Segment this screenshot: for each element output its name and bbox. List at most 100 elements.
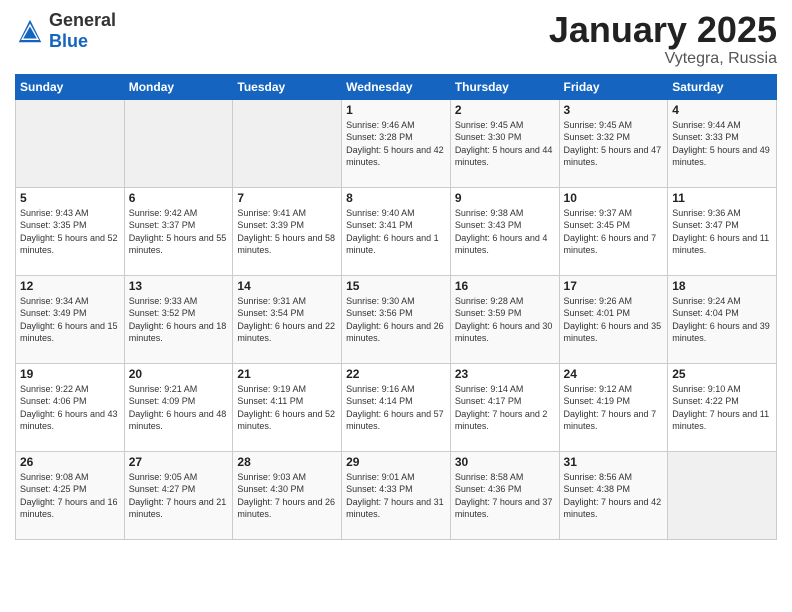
- calendar-week-row: 5 Sunrise: 9:43 AM Sunset: 3:35 PM Daylig…: [16, 187, 777, 275]
- cell-content: Sunrise: 9:30 AM Sunset: 3:56 PM Dayligh…: [346, 295, 446, 345]
- logo: General Blue: [15, 10, 116, 52]
- calendar-cell: 9 Sunrise: 9:38 AM Sunset: 3:43 PM Daylig…: [450, 187, 559, 275]
- logo-blue: Blue: [49, 31, 88, 51]
- calendar-cell: 20Sunrise: 9:21 AM Sunset: 4:09 PM Dayli…: [124, 363, 233, 451]
- calendar-cell: 25 Sunrise: 9:10 AM Sunset: 4:22 PM Dayli…: [668, 363, 777, 451]
- cell-content: Sunrise: 9:45 AM Sunset: 3:32 PM Dayligh…: [564, 119, 664, 169]
- day-number: 17: [564, 279, 664, 293]
- calendar-cell: 11Sunrise: 9:36 AM Sunset: 3:47 PM Dayli…: [668, 187, 777, 275]
- calendar-cell: 17 Sunrise: 9:26 AM Sunset: 4:01 PM Dayli…: [559, 275, 668, 363]
- day-number: 4: [672, 103, 772, 117]
- calendar-cell: 26 Sunrise: 9:08 AM Sunset: 4:25 PM Dayli…: [16, 451, 125, 539]
- cell-content: Sunrise: 9:33 AM Sunset: 3:52 PM Dayligh…: [129, 295, 229, 345]
- calendar-cell: 6 Sunrise: 9:42 AM Sunset: 3:37 PM Daylig…: [124, 187, 233, 275]
- cell-content: Sunrise: 9:34 AM Sunset: 3:49 PM Dayligh…: [20, 295, 120, 345]
- day-number: 15: [346, 279, 446, 293]
- day-number: 9: [455, 191, 555, 205]
- day-of-week-header: Thursday: [450, 74, 559, 99]
- calendar-cell: 13 Sunrise: 9:33 AM Sunset: 3:52 PM Dayli…: [124, 275, 233, 363]
- calendar-cell: 12 Sunrise: 9:34 AM Sunset: 3:49 PM Dayli…: [16, 275, 125, 363]
- calendar-cell: 14 Sunrise: 9:31 AM Sunset: 3:54 PM Dayli…: [233, 275, 342, 363]
- day-number: 31: [564, 455, 664, 469]
- cell-content: Sunrise: 9:26 AM Sunset: 4:01 PM Dayligh…: [564, 295, 664, 345]
- day-number: 26: [20, 455, 120, 469]
- cell-content: Sunrise: 9:10 AM Sunset: 4:22 PM Dayligh…: [672, 383, 772, 433]
- calendar-cell: 7Sunrise: 9:41 AM Sunset: 3:39 PM Daylig…: [233, 187, 342, 275]
- cell-content: Sunrise: 9:01 AM Sunset: 4:33 PM Dayligh…: [346, 471, 446, 521]
- calendar-cell: 22 Sunrise: 9:16 AM Sunset: 4:14 PM Dayli…: [342, 363, 451, 451]
- calendar-cell: 31 Sunrise: 8:56 AM Sunset: 4:38 PM Dayli…: [559, 451, 668, 539]
- day-number: 10: [564, 191, 664, 205]
- cell-content: Sunrise: 9:19 AM Sunset: 4:11 PM Dayligh…: [237, 383, 337, 433]
- cell-content: Sunrise: 9:43 AM Sunset: 3:35 PM Dayligh…: [20, 207, 120, 257]
- calendar-cell: 16Sunrise: 9:28 AM Sunset: 3:59 PM Dayli…: [450, 275, 559, 363]
- day-number: 22: [346, 367, 446, 381]
- day-number: 30: [455, 455, 555, 469]
- calendar-cell: 21 Sunrise: 9:19 AM Sunset: 4:11 PM Dayli…: [233, 363, 342, 451]
- calendar-cell: 18 Sunrise: 9:24 AM Sunset: 4:04 PM Dayli…: [668, 275, 777, 363]
- cell-content: Sunrise: 9:42 AM Sunset: 3:37 PM Dayligh…: [129, 207, 229, 257]
- calendar-header-row: SundayMondayTuesdayWednesdayThursdayFrid…: [16, 74, 777, 99]
- day-number: 3: [564, 103, 664, 117]
- calendar-table: SundayMondayTuesdayWednesdayThursdayFrid…: [15, 74, 777, 540]
- day-number: 5: [20, 191, 120, 205]
- calendar-cell: [16, 99, 125, 187]
- day-of-week-header: Saturday: [668, 74, 777, 99]
- calendar-cell: [233, 99, 342, 187]
- calendar-cell: 24 Sunrise: 9:12 AM Sunset: 4:19 PM Dayli…: [559, 363, 668, 451]
- day-number: 6: [129, 191, 229, 205]
- calendar-cell: 23 Sunrise: 9:14 AM Sunset: 4:17 PM Dayli…: [450, 363, 559, 451]
- day-number: 19: [20, 367, 120, 381]
- cell-content: Sunrise: 9:44 AM Sunset: 3:33 PM Dayligh…: [672, 119, 772, 169]
- day-of-week-header: Monday: [124, 74, 233, 99]
- cell-content: Sunrise: 9:36 AM Sunset: 3:47 PM Dayligh…: [672, 207, 772, 257]
- month-title: January 2025: [549, 10, 777, 50]
- calendar-cell: 15 Sunrise: 9:30 AM Sunset: 3:56 PM Dayli…: [342, 275, 451, 363]
- day-number: 27: [129, 455, 229, 469]
- cell-content: Sunrise: 9:31 AM Sunset: 3:54 PM Dayligh…: [237, 295, 337, 345]
- day-number: 14: [237, 279, 337, 293]
- day-number: 7: [237, 191, 337, 205]
- cell-content: Sunrise: 9:12 AM Sunset: 4:19 PM Dayligh…: [564, 383, 664, 433]
- cell-content: Sunrise: 9:14 AM Sunset: 4:17 PM Dayligh…: [455, 383, 555, 433]
- day-number: 25: [672, 367, 772, 381]
- calendar-cell: 1Sunrise: 9:46 AM Sunset: 3:28 PM Daylig…: [342, 99, 451, 187]
- cell-content: Sunrise: 9:22 AM Sunset: 4:06 PM Dayligh…: [20, 383, 120, 433]
- cell-content: Sunrise: 9:08 AM Sunset: 4:25 PM Dayligh…: [20, 471, 120, 521]
- day-of-week-header: Tuesday: [233, 74, 342, 99]
- day-number: 28: [237, 455, 337, 469]
- day-number: 21: [237, 367, 337, 381]
- day-number: 2: [455, 103, 555, 117]
- calendar-cell: 10 Sunrise: 9:37 AM Sunset: 3:45 PM Dayli…: [559, 187, 668, 275]
- day-number: 12: [20, 279, 120, 293]
- cell-content: Sunrise: 9:05 AM Sunset: 4:27 PM Dayligh…: [129, 471, 229, 521]
- day-of-week-header: Wednesday: [342, 74, 451, 99]
- cell-content: Sunrise: 9:38 AM Sunset: 3:43 PM Dayligh…: [455, 207, 555, 257]
- calendar-cell: 28 Sunrise: 9:03 AM Sunset: 4:30 PM Dayli…: [233, 451, 342, 539]
- calendar-week-row: 26 Sunrise: 9:08 AM Sunset: 4:25 PM Dayli…: [16, 451, 777, 539]
- cell-content: Sunrise: 9:40 AM Sunset: 3:41 PM Dayligh…: [346, 207, 446, 257]
- day-number: 24: [564, 367, 664, 381]
- cell-content: Sunrise: 9:37 AM Sunset: 3:45 PM Dayligh…: [564, 207, 664, 257]
- cell-content: Sunrise: 9:46 AM Sunset: 3:28 PM Dayligh…: [346, 119, 446, 169]
- calendar-cell: 5 Sunrise: 9:43 AM Sunset: 3:35 PM Daylig…: [16, 187, 125, 275]
- cell-content: Sunrise: 8:56 AM Sunset: 4:38 PM Dayligh…: [564, 471, 664, 521]
- location-subtitle: Vytegra, Russia: [549, 50, 777, 68]
- calendar-week-row: 12 Sunrise: 9:34 AM Sunset: 3:49 PM Dayli…: [16, 275, 777, 363]
- day-number: 18: [672, 279, 772, 293]
- calendar-cell: 2 Sunrise: 9:45 AM Sunset: 3:30 PM Daylig…: [450, 99, 559, 187]
- cell-content: Sunrise: 9:03 AM Sunset: 4:30 PM Dayligh…: [237, 471, 337, 521]
- cell-content: Sunrise: 8:58 AM Sunset: 4:36 PM Dayligh…: [455, 471, 555, 521]
- day-number: 13: [129, 279, 229, 293]
- cell-content: Sunrise: 9:21 AM Sunset: 4:09 PM Dayligh…: [129, 383, 229, 433]
- calendar-week-row: 19 Sunrise: 9:22 AM Sunset: 4:06 PM Dayli…: [16, 363, 777, 451]
- cell-content: Sunrise: 9:24 AM Sunset: 4:04 PM Dayligh…: [672, 295, 772, 345]
- day-number: 29: [346, 455, 446, 469]
- day-number: 23: [455, 367, 555, 381]
- cell-content: Sunrise: 9:45 AM Sunset: 3:30 PM Dayligh…: [455, 119, 555, 169]
- cell-content: Sunrise: 9:16 AM Sunset: 4:14 PM Dayligh…: [346, 383, 446, 433]
- calendar-cell: 27 Sunrise: 9:05 AM Sunset: 4:27 PM Dayli…: [124, 451, 233, 539]
- title-block: January 2025 Vytegra, Russia: [549, 10, 777, 68]
- day-number: 16: [455, 279, 555, 293]
- header: General Blue January 2025 Vytegra, Russi…: [15, 10, 777, 68]
